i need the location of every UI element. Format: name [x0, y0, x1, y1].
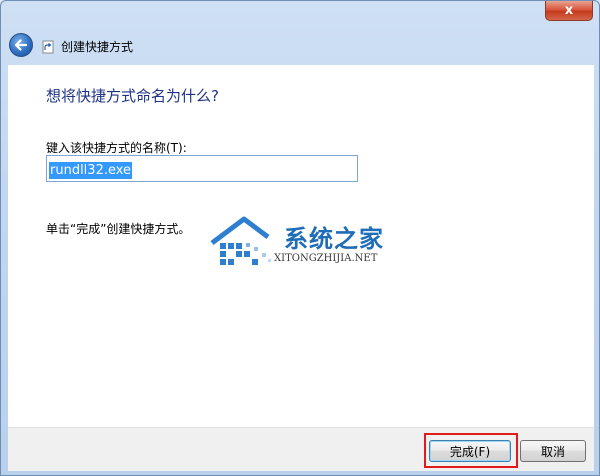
wizard-header: 创建快捷方式 — [1, 23, 600, 65]
shortcut-name-input[interactable]: rundll32.exe — [46, 155, 358, 182]
finish-hint: 单击“完成”创建快捷方式。 — [46, 222, 191, 236]
wizard-footer: 完成(F) 取消 — [8, 427, 594, 471]
watermark-brand: 系统之家 — [284, 225, 384, 253]
close-icon: x — [564, 3, 574, 18]
house-logo-icon — [210, 216, 271, 265]
watermark-site: XITONGZHIJIA.NET — [274, 253, 378, 264]
wizard-window: x 创建快捷方式 想将快捷方式命名为什么? 键入该快捷方式的名称(T): run… — [0, 0, 600, 476]
arrow-left-icon — [14, 39, 28, 51]
close-button[interactable]: x — [545, 1, 593, 21]
finish-button[interactable]: 完成(F) — [429, 440, 511, 462]
page-heading: 想将快捷方式命名为什么? — [46, 87, 219, 105]
shortcut-name-label: 键入该快捷方式的名称(T): — [46, 141, 187, 155]
cancel-button[interactable]: 取消 — [520, 440, 586, 462]
shortcut-name-value: rundll32.exe — [49, 162, 133, 179]
watermark-logo: 系统之家 XITONGZHIJIA.NET — [206, 213, 406, 273]
wizard-title: 创建快捷方式 — [61, 40, 134, 54]
back-button[interactable] — [9, 33, 33, 57]
shortcut-icon — [41, 39, 55, 55]
wizard-content: 想将快捷方式命名为什么? 键入该快捷方式的名称(T): rundll32.exe… — [8, 65, 594, 427]
